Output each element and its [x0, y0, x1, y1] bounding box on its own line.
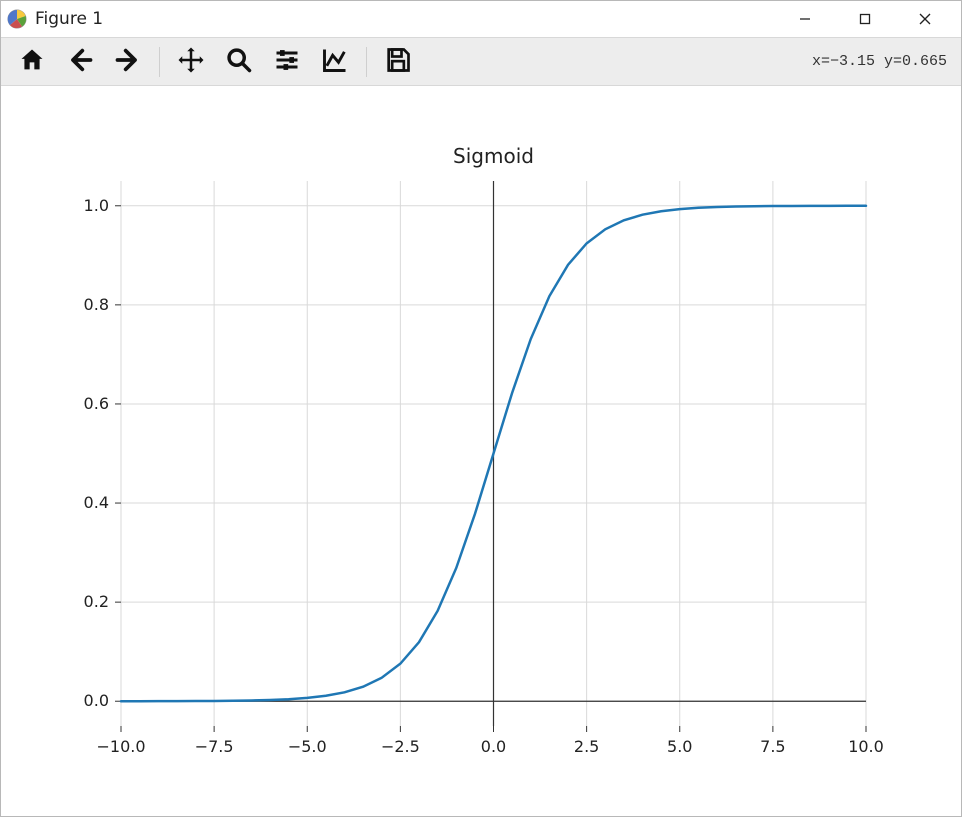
forward-button[interactable] [111, 45, 145, 79]
figure-window: Figure 1 [0, 0, 962, 817]
y-tick-label: 0.4 [84, 493, 109, 512]
y-tick-label: 0.6 [84, 394, 109, 413]
x-tick-label: −2.5 [381, 737, 420, 756]
arrow-left-icon [66, 46, 94, 78]
minimize-button[interactable] [775, 1, 835, 37]
move-icon [176, 45, 206, 79]
y-tick-label: 0.0 [84, 691, 109, 710]
y-tick-label: 0.2 [84, 592, 109, 611]
toolbar: x=−3.15 y=0.665 [1, 37, 961, 86]
save-icon [384, 46, 412, 78]
x-tick-label: 7.5 [760, 737, 785, 756]
x-tick-label: −5.0 [288, 737, 327, 756]
zoom-button[interactable] [222, 45, 256, 79]
window-controls [775, 1, 955, 37]
y-tick-label: 0.8 [84, 295, 109, 314]
sliders-icon [273, 46, 301, 78]
window-title: Figure 1 [35, 9, 103, 29]
y-tick-label: 1.0 [84, 196, 109, 215]
coordinate-readout: x=−3.15 y=0.665 [812, 53, 951, 70]
titlebar: Figure 1 [1, 1, 961, 37]
x-tick-label: 2.5 [574, 737, 599, 756]
maximize-button[interactable] [835, 1, 895, 37]
toolbar-divider [366, 47, 367, 77]
x-tick-label: 10.0 [848, 737, 884, 756]
back-button[interactable] [63, 45, 97, 79]
home-button[interactable] [15, 45, 49, 79]
home-icon [18, 46, 46, 78]
chart-canvas: −10.0 −7.5 −5.0 −2.5 0.0 2.5 5.0 7.5 10.0 0.0 0.2 0… [1, 86, 961, 816]
x-tick-label: 0.0 [481, 737, 506, 756]
toolbar-divider [159, 47, 160, 77]
close-button[interactable] [895, 1, 955, 37]
arrow-right-icon [114, 46, 142, 78]
zoom-icon [225, 46, 253, 78]
pan-button[interactable] [174, 45, 208, 79]
configure-subplots-button[interactable] [270, 45, 304, 79]
save-button[interactable] [381, 45, 415, 79]
x-tick-label: −10.0 [96, 737, 145, 756]
x-tick-label: 5.0 [667, 737, 692, 756]
matplotlib-icon [7, 9, 27, 29]
x-tick-label: −7.5 [195, 737, 234, 756]
axes-icon [321, 46, 349, 78]
plot-area[interactable]: −10.0 −7.5 −5.0 −2.5 0.0 2.5 5.0 7.5 10.0 0.0 0.2 0… [1, 86, 961, 816]
edit-axis-button[interactable] [318, 45, 352, 79]
chart-title: Sigmoid [453, 144, 534, 168]
